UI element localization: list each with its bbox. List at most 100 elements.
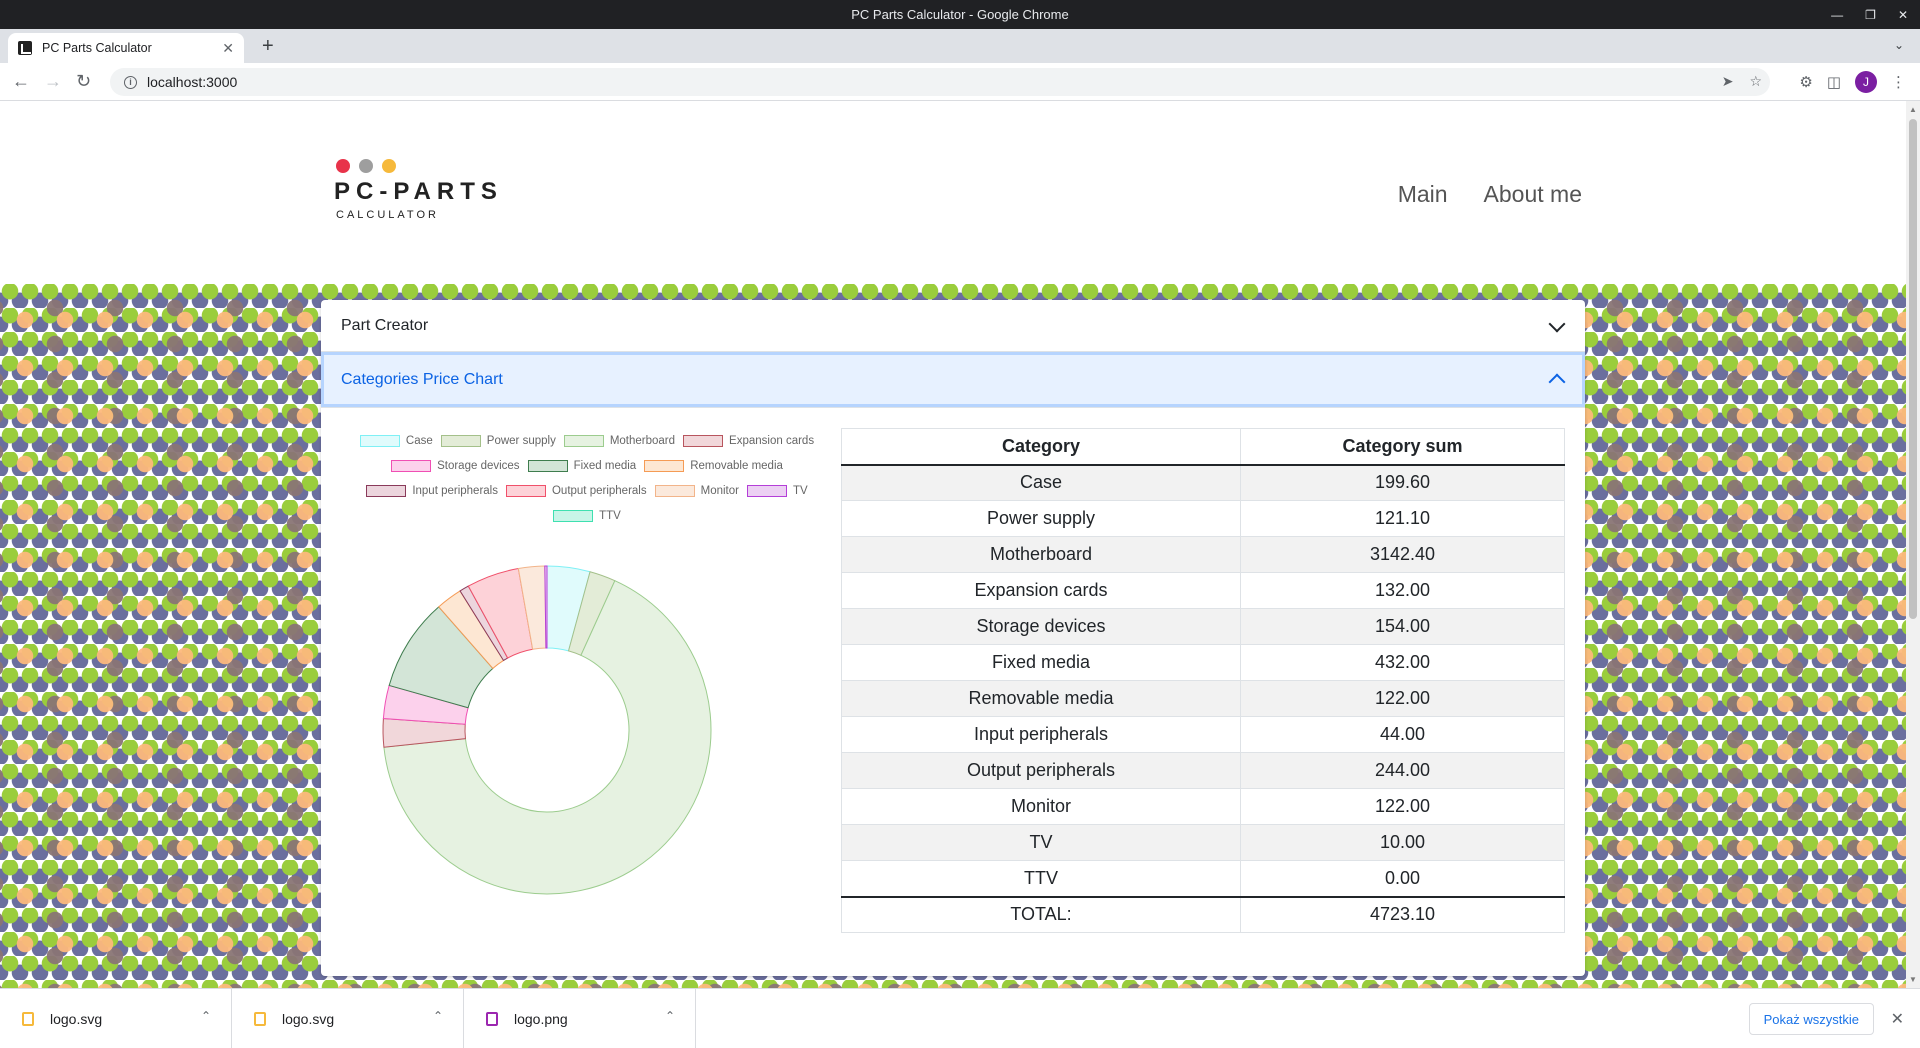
page-scrollbar[interactable]: ▲ ▼ [1906, 101, 1920, 988]
legend-swatch [505, 485, 546, 497]
legend-swatch [440, 435, 481, 447]
new-tab-icon[interactable]: + [262, 36, 274, 56]
svg-file-icon [254, 1012, 266, 1026]
restore-icon[interactable]: ❐ [1865, 8, 1876, 22]
legend-swatch [359, 435, 400, 447]
legend-item[interactable]: Fixed media [527, 455, 637, 477]
cell-category: Motherboard [840, 536, 1242, 573]
chart-header[interactable]: Categories Price Chart [321, 352, 1585, 408]
site-logo[interactable]: PC-PARTS CALCULATOR [334, 159, 503, 221]
legend-item[interactable]: Input peripherals [366, 480, 498, 502]
cell-category: Power supply [840, 500, 1242, 537]
nav-main[interactable]: Main [1398, 181, 1448, 208]
bookmark-star-icon[interactable]: ☆ [1749, 73, 1762, 90]
minimize-icon[interactable]: — [1831, 8, 1843, 22]
table-row: TV 10.00 [840, 824, 1565, 861]
legend-item[interactable]: Case [359, 430, 433, 452]
logo-dot-red [336, 159, 350, 173]
download-item[interactable]: logo.png ⌃ [464, 989, 696, 1048]
legend-label: Monitor [700, 485, 739, 497]
scroll-up-icon[interactable]: ▲ [1909, 105, 1917, 114]
scrollbar-thumb[interactable] [1909, 119, 1917, 619]
close-window-icon[interactable]: ✕ [1898, 8, 1908, 22]
table-row: Expansion cards 132.00 [840, 572, 1565, 609]
table-row: Power supply 121.10 [840, 500, 1565, 537]
send-icon[interactable]: ➤ [1722, 73, 1734, 90]
legend-swatch [366, 485, 407, 497]
chevron-down-icon [1548, 315, 1566, 333]
legend-swatch [746, 485, 787, 497]
col-header-category: Category [840, 428, 1242, 466]
chevron-up-icon[interactable]: ⌃ [201, 1009, 211, 1023]
back-icon[interactable]: ← [12, 71, 30, 91]
cell-category: Removable media [840, 680, 1242, 717]
extensions-icon[interactable]: ⚙ [1799, 73, 1812, 91]
browser-tab[interactable]: PC Parts Calculator ✕ [8, 33, 244, 63]
cell-category: Monitor [840, 788, 1242, 825]
download-item[interactable]: logo.svg ⌃ [232, 989, 464, 1048]
table-row: Motherboard 3142.40 [840, 536, 1565, 573]
legend-label: Case [405, 435, 433, 447]
categories-chart: Case Power supply Motherboard Expansion car… [347, 430, 827, 950]
logo-subtitle: CALCULATOR [336, 209, 439, 221]
reload-icon[interactable]: ↻ [76, 71, 91, 91]
cell-sum: 122.00 [1240, 680, 1565, 717]
legend-item[interactable]: Storage devices [391, 455, 520, 477]
legend-label: Expansion cards [729, 435, 815, 447]
part-creator-label: Part Creator [341, 316, 429, 334]
legend-swatch [527, 460, 568, 472]
window-title: PC Parts Calculator - Google Chrome [851, 7, 1069, 22]
download-item[interactable]: logo.svg ⌃ [0, 989, 232, 1048]
cell-sum: 122.00 [1240, 788, 1565, 825]
cell-sum: 199.60 [1240, 464, 1565, 501]
legend-item[interactable]: Monitor [654, 480, 739, 502]
cell-sum: 44.00 [1240, 716, 1565, 753]
menu-kebab-icon[interactable]: ⋮ [1891, 73, 1906, 91]
doughnut-chart [382, 565, 712, 895]
table-row: Fixed media 432.00 [840, 644, 1565, 681]
cell-sum: 132.00 [1240, 572, 1565, 609]
download-filename: logo.png [514, 1011, 568, 1027]
svg-file-icon [22, 1012, 34, 1026]
cell-sum: 3142.40 [1240, 536, 1565, 573]
cell-category: Case [840, 464, 1242, 501]
address-bar[interactable]: i localhost:3000 ➤ ☆ [110, 68, 1770, 96]
chevron-up-icon[interactable]: ⌃ [665, 1009, 675, 1023]
table-row: Removable media 122.00 [840, 680, 1565, 717]
cell-category: Fixed media [840, 644, 1242, 681]
legend-item[interactable]: Power supply [440, 430, 556, 452]
col-header-sum: Category sum [1240, 428, 1565, 466]
legend-item[interactable]: Output peripherals [505, 480, 647, 502]
legend-item[interactable]: Expansion cards [683, 430, 814, 452]
page-content: PC-PARTS CALCULATOR Main About me Part C… [0, 101, 1906, 988]
downloads-bar: logo.svg ⌃ logo.svg ⌃ logo.png ⌃ Pokaż w… [0, 988, 1920, 1048]
show-all-downloads-button[interactable]: Pokaż wszystkie [1748, 1003, 1874, 1035]
tab-search-icon[interactable]: ⌄ [1894, 38, 1904, 52]
table-row: Input peripherals 44.00 [840, 716, 1565, 753]
legend-label: Power supply [486, 435, 556, 447]
cell-category: TTV [840, 860, 1242, 897]
part-creator-header[interactable]: Part Creator [321, 300, 1585, 352]
table-row: Storage devices 154.00 [840, 608, 1565, 645]
table-row: Case 199.60 [840, 464, 1565, 501]
forward-icon[interactable]: → [44, 71, 62, 91]
legend-swatch [654, 485, 695, 497]
legend-label: Storage devices [437, 460, 520, 472]
legend-item[interactable]: Removable media [644, 455, 783, 477]
chevron-up-icon[interactable]: ⌃ [433, 1009, 443, 1023]
scroll-down-icon[interactable]: ▼ [1909, 975, 1917, 984]
tab-close-icon[interactable]: ✕ [222, 40, 234, 57]
nav-about-me[interactable]: About me [1484, 181, 1582, 208]
sidepanel-icon[interactable]: ◫ [1827, 73, 1841, 91]
legend-item[interactable]: TV [746, 480, 808, 502]
legend-item[interactable]: Motherboard [563, 430, 675, 452]
legend-label: Fixed media [573, 460, 637, 472]
browser-toolbar: ← → ↻ i localhost:3000 ➤ ☆ ⚙ ◫ J ⋮ [0, 63, 1920, 101]
table-row: Monitor 122.00 [840, 788, 1565, 825]
close-downloads-icon[interactable]: ✕ [1891, 1009, 1904, 1029]
chart-legend: Case Power supply Motherboard Expansion car… [347, 430, 827, 530]
total-row: TOTAL: 4723.10 [840, 895, 1565, 933]
site-info-icon[interactable]: i [124, 75, 137, 89]
table-row: TTV 0.00 [840, 860, 1565, 897]
profile-avatar[interactable]: J [1855, 71, 1877, 93]
